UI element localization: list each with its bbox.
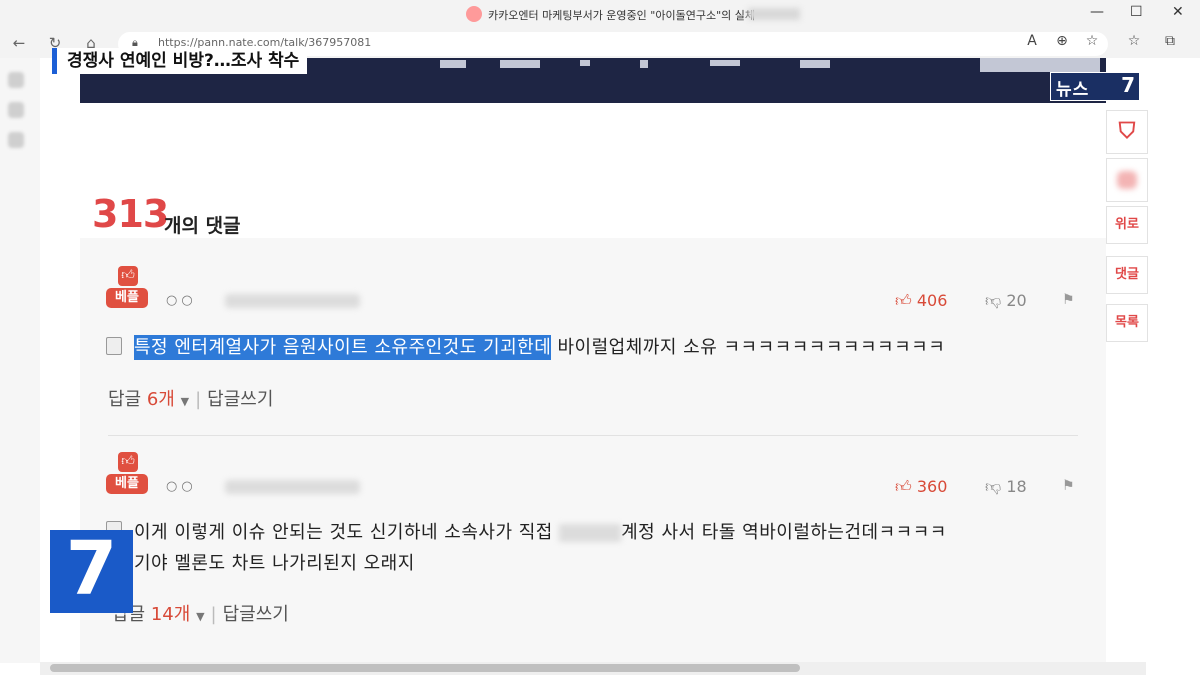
rail-blurred-icon[interactable] (8, 102, 24, 118)
title-blurred-region (748, 8, 800, 20)
like-icon: 👍︎ (895, 291, 912, 310)
site-favicon-icon (466, 6, 482, 22)
left-side-rail (0, 58, 40, 663)
channel-7-logo: 7 (50, 526, 133, 613)
comment-text-line2: 기야 멜론도 차트 나가리된지 오래지 (134, 553, 415, 574)
read-aloud-icon[interactable]: A (1022, 33, 1042, 49)
thumbs-up-icon: 👍︎ (118, 266, 138, 286)
write-reply-button[interactable]: 답글쓰기 (223, 604, 289, 625)
selected-text: 특정 엔터계열사가 음원사이트 소유주인것도 기괴한데 (134, 335, 552, 360)
like-count: 406 (916, 291, 948, 310)
sidebar-blurred-item[interactable] (1106, 158, 1148, 202)
news-channel-logo: 뉴스 7 (1050, 72, 1140, 101)
collections-icon[interactable]: ⧉ (1160, 33, 1180, 49)
thumbs-up-icon: 👍︎ (118, 452, 138, 472)
comment-text-rest: 바이럴업체까지 소유 ㅋㅋㅋㅋㅋㅋㅋㅋㅋㅋㅋㅋㅋ (557, 337, 946, 358)
dislike-button[interactable]: 👎︎ 18 (985, 477, 1027, 497)
chevron-down-icon: ▼ (196, 610, 205, 623)
reply-row: 답글 6개 ▼ | 답글쓰기 (108, 389, 274, 410)
favorite-add-icon[interactable]: ☆ (1082, 33, 1102, 49)
channel-number: 7 (65, 526, 118, 612)
reply-count: 14개 (150, 604, 191, 625)
comment-text-part: 이게 이렇게 이슈 안되는 것도 신기하네 소속사가 직접 (134, 522, 553, 543)
user-level-icon: ○○ (166, 479, 197, 494)
scrollbar-thumb[interactable] (50, 664, 800, 672)
bookmark-icon[interactable]: ⛉ (1106, 110, 1148, 154)
comment-count-label: 개의 댓글 (164, 215, 241, 237)
like-icon: 👍︎ (895, 477, 912, 496)
blurred-word (559, 524, 622, 542)
comment-text: 특정 엔터계열사가 음원사이트 소유주인것도 기괴한데 바이럴업체까지 소유 ㅋ… (134, 333, 946, 360)
zoom-icon[interactable]: ⊕ (1052, 33, 1072, 49)
blurred-username (225, 480, 360, 494)
like-count: 360 (916, 477, 948, 496)
like-button[interactable]: 👍︎ 406 (895, 291, 947, 311)
best-label: 베플 (106, 474, 148, 494)
minimize-button[interactable]: — (1090, 4, 1104, 20)
comment-count: 313 (92, 192, 169, 236)
window-title: 카카오엔터 마케팅부서가 운영중인 "아이돌연구소"의 실체 (488, 9, 755, 22)
user-level-icon: ○○ (166, 293, 197, 308)
comment-text-part: 계정 사서 타돌 역바이럴하는건데ㅋㅋㅋㅋ (621, 522, 947, 543)
dislike-icon: 👎︎ (985, 291, 1002, 310)
dislike-count: 18 (1006, 477, 1027, 496)
rail-blurred-icon[interactable] (8, 132, 24, 148)
comment-divider (108, 435, 1078, 436)
report-icon[interactable]: ⚑ (1062, 292, 1075, 308)
report-icon[interactable]: ⚑ (1062, 478, 1075, 494)
reply-count: 6개 (146, 389, 175, 410)
news-logo-text: 뉴스 (1056, 80, 1090, 100)
dislike-count: 20 (1006, 291, 1027, 310)
favorites-icon[interactable]: ☆ (1124, 33, 1144, 49)
document-icon (106, 337, 122, 355)
blurred-username (225, 294, 360, 308)
dislike-icon: 👎︎ (985, 477, 1002, 496)
comment-text: 이게 이렇게 이슈 안되는 것도 신기하네 소속사가 직접 계정 사서 타돌 역… (134, 518, 947, 544)
close-window-button[interactable]: ✕ (1172, 4, 1184, 20)
back-arrow-icon[interactable]: ← (8, 32, 30, 54)
reply-row: 답글 14개 ▼ | 답글쓰기 (112, 604, 289, 625)
reply-label: 답글 (108, 389, 142, 410)
news-caption: 경쟁사 연예인 비방?…조사 착수 (52, 48, 308, 74)
news-logo-number: 7 (1121, 73, 1135, 97)
dislike-button[interactable]: 👎︎ 20 (985, 291, 1027, 311)
best-label: 베플 (106, 288, 148, 308)
scroll-top-button[interactable]: 위로 (1106, 206, 1148, 244)
reply-toggle[interactable]: 답글 6개 ▼ (108, 389, 189, 410)
maximize-button[interactable]: ☐ (1130, 4, 1143, 20)
go-comments-button[interactable]: 댓글 (1106, 256, 1148, 294)
rail-blurred-icon[interactable] (8, 72, 24, 88)
like-button[interactable]: 👍︎ 360 (895, 477, 947, 497)
go-list-button[interactable]: 목록 (1106, 304, 1148, 342)
chevron-down-icon: ▼ (180, 395, 190, 408)
write-reply-button[interactable]: 답글쓰기 (207, 389, 273, 410)
